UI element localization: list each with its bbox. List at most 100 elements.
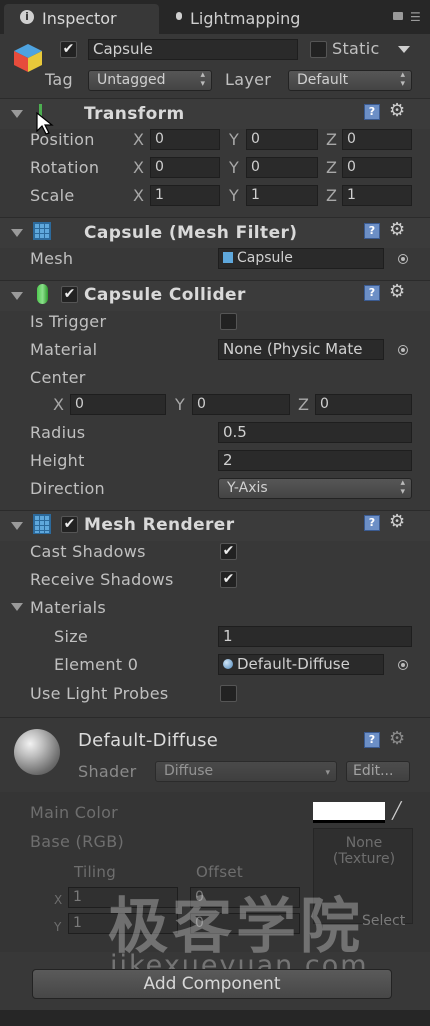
add-component-button[interactable]: Add Component xyxy=(32,969,392,999)
eyedropper-icon[interactable]: ╱ xyxy=(392,801,402,820)
tiling-x-axis-label: X xyxy=(54,893,63,907)
receive-shadows-label: Receive Shadows xyxy=(30,570,174,589)
foldout-arrow-icon[interactable] xyxy=(11,110,23,118)
axis-x-label: X xyxy=(133,186,144,205)
static-dropdown-arrow-icon[interactable] xyxy=(398,46,410,53)
menu-icon[interactable]: ☰ xyxy=(410,10,421,24)
transform-title: Transform xyxy=(84,104,185,124)
capsule-collider-icon xyxy=(37,284,48,304)
shader-label: Shader xyxy=(78,762,137,781)
axis-y-label: Y xyxy=(229,130,239,149)
axis-x-label: X xyxy=(53,395,64,414)
light-probes-checkbox[interactable] xyxy=(220,685,237,702)
material-name: Default-Diffuse xyxy=(78,730,219,751)
foldout-arrow-icon[interactable] xyxy=(11,229,23,237)
name-field[interactable]: Capsule xyxy=(88,39,298,60)
shader-dropdown[interactable]: Diffuse ▾ xyxy=(155,761,337,782)
gear-icon[interactable]: ⚙ xyxy=(389,102,405,120)
position-x-field[interactable]: 0 xyxy=(150,129,220,150)
updown-icon: ▴ ▾ xyxy=(200,70,205,89)
chevron-down-icon: ▾ xyxy=(325,768,330,778)
shader-value: Diffuse xyxy=(164,763,214,779)
main-color-swatch[interactable] xyxy=(313,802,385,823)
radius-field[interactable]: 0.5 xyxy=(218,422,412,443)
axis-y-label: Y xyxy=(175,395,185,414)
direction-label: Direction xyxy=(30,479,105,498)
axis-z-label: Z xyxy=(298,395,309,414)
renderer-enabled-checkbox[interactable]: ✔ xyxy=(61,516,78,533)
texture-value: None (Texture) xyxy=(332,835,396,867)
tab-lightmapping-label: Lightmapping xyxy=(190,9,301,28)
size-label: Size xyxy=(54,627,89,646)
collider-enabled-checkbox[interactable]: ✔ xyxy=(61,286,78,303)
foldout-arrow-icon[interactable] xyxy=(11,522,23,530)
axis-z-label: Z xyxy=(326,186,337,205)
rotation-label: Rotation xyxy=(30,158,100,177)
is-trigger-checkbox[interactable] xyxy=(220,313,237,330)
tab-lightmapping[interactable]: Lightmapping xyxy=(164,4,364,34)
mesh-field[interactable]: Capsule xyxy=(218,248,384,269)
rotation-x-field[interactable]: 0 xyxy=(150,157,220,178)
direction-value: Y-Axis xyxy=(227,480,268,496)
bulb-icon xyxy=(176,12,182,20)
material-asset-icon xyxy=(223,659,233,669)
static-label: Static xyxy=(332,39,380,58)
scale-label: Scale xyxy=(30,186,75,205)
layer-dropdown[interactable]: Default ▴ ▾ xyxy=(288,70,412,91)
mesh-renderer-icon xyxy=(33,514,51,534)
help-icon[interactable]: ? xyxy=(364,732,380,748)
edit-shader-button[interactable]: Edit... xyxy=(346,761,410,782)
position-z-field[interactable]: 0 xyxy=(342,129,412,150)
gear-icon: ⚙ xyxy=(389,728,406,749)
axis-z-label: Z xyxy=(326,130,337,149)
help-icon[interactable]: ? xyxy=(364,285,380,301)
updown-icon: ▴ ▾ xyxy=(400,70,405,89)
scale-y-field[interactable]: 1 xyxy=(246,185,318,206)
bottom-edge xyxy=(0,1010,430,1026)
texture-select-button[interactable]: Select xyxy=(362,913,405,929)
gear-icon[interactable]: ⚙ xyxy=(389,221,405,239)
help-icon[interactable]: ? xyxy=(364,104,380,120)
element0-field[interactable]: Default-Diffuse xyxy=(218,654,384,675)
static-checkbox[interactable] xyxy=(310,41,327,58)
cast-shadows-label: Cast Shadows xyxy=(30,542,146,561)
radius-label: Radius xyxy=(30,423,86,442)
receive-shadows-checkbox[interactable]: ✔ xyxy=(220,571,237,588)
center-z-field[interactable]: 0 xyxy=(315,394,412,415)
gear-icon[interactable]: ⚙ xyxy=(389,513,405,531)
materials-foldout-icon[interactable] xyxy=(11,603,23,611)
foldout-arrow-icon[interactable] xyxy=(11,292,23,300)
scale-z-field[interactable]: 1 xyxy=(342,185,412,206)
position-y-field[interactable]: 0 xyxy=(246,129,318,150)
tag-value: Untagged xyxy=(97,72,166,88)
center-x-field[interactable]: 0 xyxy=(70,394,166,415)
active-checkbox[interactable]: ✔ xyxy=(60,41,77,58)
object-picker-icon[interactable] xyxy=(398,660,408,670)
material-section-divider xyxy=(0,717,430,718)
object-picker-icon[interactable] xyxy=(398,345,408,355)
layer-value: Default xyxy=(297,72,349,88)
element0-value: Default-Diffuse xyxy=(237,655,350,673)
help-icon[interactable]: ? xyxy=(364,223,380,239)
element0-label: Element 0 xyxy=(54,655,139,674)
rotation-y-field[interactable]: 0 xyxy=(246,157,318,178)
tab-inspector[interactable]: i Inspector xyxy=(4,4,159,34)
help-icon[interactable]: ? xyxy=(364,515,380,531)
physic-material-field[interactable]: None (Physic Mate xyxy=(218,339,384,360)
gear-icon[interactable]: ⚙ xyxy=(389,283,405,301)
center-y-field[interactable]: 0 xyxy=(192,394,290,415)
scale-x-field[interactable]: 1 xyxy=(150,185,220,206)
direction-dropdown[interactable]: Y-Axis ▴ ▾ xyxy=(218,478,412,499)
mesh-filter-title: Capsule (Mesh Filter) xyxy=(84,223,298,243)
height-field[interactable]: 2 xyxy=(218,450,412,471)
size-field[interactable]: 1 xyxy=(218,626,412,647)
rotation-z-field[interactable]: 0 xyxy=(342,157,412,178)
object-picker-icon[interactable] xyxy=(398,254,408,264)
updown-icon: ▴ ▾ xyxy=(400,478,405,497)
tag-dropdown[interactable]: Untagged ▴ ▾ xyxy=(88,70,212,91)
cast-shadows-checkbox[interactable]: ✔ xyxy=(220,543,237,560)
materials-label[interactable]: Materials xyxy=(30,598,106,617)
collider-title: Capsule Collider xyxy=(84,285,246,305)
lock-icon[interactable] xyxy=(393,12,403,20)
mesh-filter-icon xyxy=(33,222,51,240)
